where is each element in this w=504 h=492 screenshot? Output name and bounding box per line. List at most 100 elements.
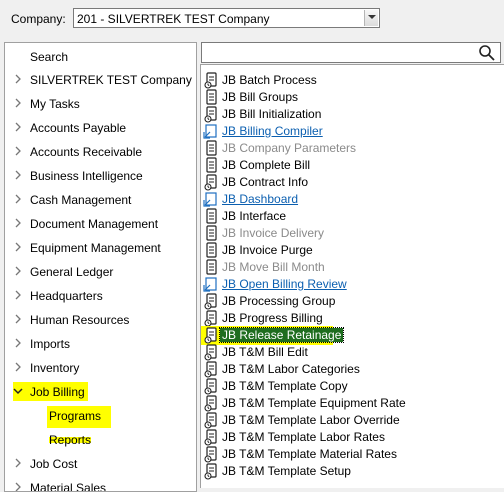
navigation-tree-pane: Search SILVERTREK TEST Company My Tasks Ac… [4,42,197,492]
program-item-label: JB Progress Billing [222,311,323,325]
tree-node[interactable]: Imports [5,333,196,357]
form-icon [203,89,219,106]
program-item-label: JB Company Parameters [222,141,357,155]
program-item[interactable]: JB Open Billing Review [203,276,503,293]
chevron-right-icon[interactable] [13,314,23,326]
tree-node[interactable]: Business Intelligence [5,165,196,189]
program-item[interactable]: JB T&M Template Equipment Rate [203,395,503,412]
program-item[interactable]: JB T&M Template Copy [203,378,503,395]
program-item-label: JB Contract Info [222,175,309,189]
program-item[interactable]: JB T&M Template Labor Override [203,412,503,429]
chevron-right-icon[interactable] [13,98,23,110]
program-item-label: JB Open Billing Review [222,277,347,291]
program-item[interactable]: JB Complete Bill [203,157,503,174]
program-item[interactable]: JB Company Parameters [203,140,503,157]
tree-item-label: Reports [49,433,92,447]
nav-search[interactable]: Search [30,50,68,64]
batch-form-icon [203,293,219,310]
batch-form-icon [203,429,219,446]
program-item[interactable]: JB Processing Group [203,293,503,310]
chevron-right-icon[interactable] [13,170,23,182]
chevron-right-icon[interactable] [13,146,23,158]
program-item-label: JB T&M Template Setup [222,464,351,478]
program-item[interactable]: JB Move Bill Month [203,259,503,276]
tree-item-label: Human Resources [30,313,130,327]
program-item[interactable]: JB Bill Initialization [203,106,503,123]
tree-node[interactable]: Accounts Payable [5,117,196,141]
program-item[interactable]: JB Bill Groups [203,89,503,106]
program-item[interactable]: JB T&M Labor Categories [203,361,503,378]
program-item[interactable]: JB T&M Template Material Rates [203,446,503,463]
batch-form-icon [203,446,219,463]
company-dropdown[interactable]: 201 - SILVERTREK TEST Company [73,8,380,28]
chevron-right-icon[interactable] [13,482,23,491]
tree-node[interactable]: Equipment Management [5,237,196,261]
form-icon [203,140,219,157]
tree-node[interactable]: Headquarters [5,285,196,309]
program-item[interactable]: JB Invoice Purge [203,242,503,259]
program-item-label: JB Dashboard [222,192,299,206]
chevron-down-icon[interactable] [13,386,23,398]
program-item[interactable]: JB Progress Billing [203,310,503,327]
tree-node[interactable]: My Tasks [5,93,196,117]
tree-node[interactable]: Inventory [5,357,196,381]
tree-node[interactable]: Job Billing [5,381,196,405]
form-icon [203,259,219,276]
tree-node[interactable]: General Ledger [5,261,196,285]
program-item[interactable]: JB Invoice Delivery [203,225,503,242]
batch-form-icon [203,378,219,395]
program-item[interactable]: JB T&M Template Labor Rates [203,429,503,446]
tree-node[interactable]: Accounts Receivable [5,141,196,165]
search-icon[interactable] [478,44,496,62]
program-item[interactable]: JB Release Retainage [201,326,503,345]
tree-node[interactable]: Job Cost [5,453,196,477]
chevron-right-icon[interactable] [13,242,23,254]
form-icon [203,208,219,225]
program-search-box[interactable] [201,42,501,63]
chevron-right-icon[interactable] [13,266,23,278]
company-label: Company: [11,12,66,26]
program-item-label: JB Interface [222,209,287,223]
tree-child-item[interactable]: Reports [5,429,196,453]
chevron-right-icon[interactable] [13,338,23,350]
program-item-label: JB Billing Compiler [222,124,323,138]
chevron-right-icon[interactable] [13,194,23,206]
tree-item-label: Equipment Management [30,241,161,255]
program-item-label: JB Processing Group [222,294,336,308]
chevron-right-icon[interactable] [13,458,23,470]
chevron-right-icon[interactable] [13,122,23,134]
tree-node[interactable]: Material Sales [5,477,196,491]
form-icon [203,225,219,242]
form-icon [203,157,219,174]
program-item-label: JB T&M Template Equipment Rate [222,396,406,410]
program-item[interactable]: JB T&M Bill Edit [203,344,503,361]
tree-item-label: General Ledger [30,265,114,279]
tree-node[interactable]: Document Management [5,213,196,237]
program-item[interactable]: JB Contract Info [203,174,503,191]
tree-node[interactable]: Human Resources [5,309,196,333]
program-item-label: JB Bill Groups [222,90,299,104]
chevron-right-icon[interactable] [13,362,23,374]
program-item-label: JB T&M Bill Edit [222,345,308,359]
tree-item-label: Accounts Payable [30,121,127,135]
tree-item-label: Headquarters [30,289,103,303]
tree-item-label: Document Management [30,217,159,231]
launch-link-icon [203,191,219,208]
program-list-pane: JB Batch Process JB Bill Groups JB Bill In… [200,64,504,488]
program-search-input[interactable] [204,44,478,62]
program-item[interactable]: JB Dashboard [203,191,503,208]
tree-node[interactable]: SILVERTREK TEST Company [5,69,196,93]
program-item-label: JB T&M Template Copy [222,379,348,393]
tree-node[interactable]: Cash Management [5,189,196,213]
chevron-right-icon[interactable] [13,74,23,86]
tree-item-label: Imports [30,337,71,351]
program-item[interactable]: JB Batch Process [203,72,503,89]
program-item[interactable]: JB Billing Compiler [203,123,503,140]
program-item-label: JB Release Retainage [218,327,345,343]
program-item[interactable]: JB Interface [203,208,503,225]
chevron-right-icon[interactable] [13,218,23,230]
tree-child-item[interactable]: Programs [5,405,196,429]
chevron-down-icon[interactable] [364,10,378,26]
program-item[interactable]: JB T&M Template Setup [203,463,503,480]
chevron-right-icon[interactable] [13,290,23,302]
